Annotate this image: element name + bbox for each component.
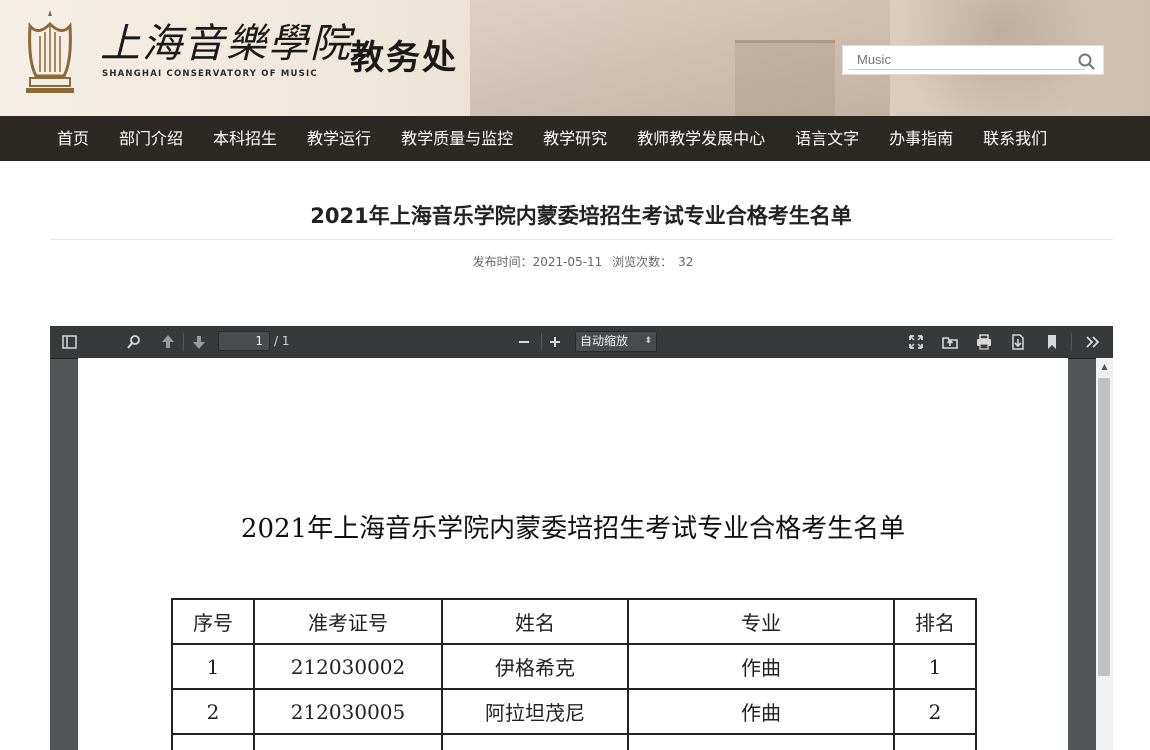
zoom-out-icon[interactable] (513, 332, 535, 352)
nav-item-language[interactable]: 语言文字 (780, 116, 874, 161)
download-icon[interactable] (1007, 332, 1029, 352)
table-row (171, 733, 977, 750)
search-input[interactable] (849, 49, 1085, 70)
pdf-page: 2021年上海音乐学院内蒙委培招生考试专业合格考生名单 序号 准考证号 姓名 专… (78, 358, 1068, 750)
column-header-exam-id: 准考证号 (253, 598, 443, 645)
toolbar-separator (183, 333, 184, 351)
table-row: 1 212030002 伊格希克 作曲 1 (171, 643, 977, 690)
presentation-mode-icon[interactable] (905, 332, 927, 352)
cell-exam-id: 212030002 (253, 643, 443, 690)
cell-exam-id: 212030005 (253, 688, 443, 735)
previous-page-icon[interactable] (157, 332, 179, 352)
pdf-toolbar: 1 / 1 自动缩放 ⬍ (50, 326, 1113, 358)
nav-item-departments[interactable]: 部门介绍 (104, 116, 198, 161)
search-icon[interactable] (123, 332, 145, 352)
cell-number: 2 (171, 688, 255, 735)
page-total: / 1 (274, 334, 290, 348)
views-count: 32 (678, 255, 694, 269)
zoom-select[interactable]: 自动缩放 ⬍ (575, 331, 657, 352)
column-header-name: 姓名 (441, 598, 629, 645)
nav-item-quality-monitoring[interactable]: 教学质量与监控 (386, 116, 528, 161)
table-header-row: 序号 准考证号 姓名 专业 排名 (171, 598, 977, 645)
toolbar-separator (1071, 333, 1072, 351)
print-icon[interactable] (973, 332, 995, 352)
bookmark-icon[interactable] (1041, 332, 1063, 352)
nav-item-guide[interactable]: 办事指南 (874, 116, 968, 161)
scrollbar-thumb[interactable] (1098, 378, 1110, 676)
pdf-scrollbar[interactable]: ▲ (1096, 358, 1113, 750)
toolbar-separator (541, 333, 542, 351)
logo-chinese-name[interactable]: 上海音樂學院 (100, 24, 352, 64)
cell-rank: 1 (893, 643, 977, 690)
nav-item-teaching-operations[interactable]: 教学运行 (292, 116, 386, 161)
tools-icon[interactable] (1082, 332, 1104, 352)
next-page-icon[interactable] (188, 332, 210, 352)
column-header-number: 序号 (171, 598, 255, 645)
candidate-table: 序号 准考证号 姓名 专业 排名 1 212030002 伊格希克 作曲 1 2… (171, 598, 977, 750)
open-file-icon[interactable] (939, 332, 961, 352)
table-row: 2 212030005 阿拉坦茂尼 作曲 2 (171, 688, 977, 735)
page-number-input[interactable]: 1 (218, 331, 270, 351)
site-header: 上海音樂學院 SHANGHAI CONSERVATORY OF MUSIC 教务… (0, 0, 1150, 116)
cell-name: 阿拉坦茂尼 (441, 688, 629, 735)
cell-rank: 2 (893, 688, 977, 735)
pdf-viewer: 1 / 1 自动缩放 ⬍ 2021年上海音乐学院内蒙委培招生考试专业合格考生名单… (50, 326, 1113, 750)
column-header-major: 专业 (627, 598, 895, 645)
nav-item-admissions[interactable]: 本科招生 (198, 116, 292, 161)
chevron-updown-icon: ⬍ (644, 336, 652, 346)
nav-item-contact[interactable]: 联系我们 (968, 116, 1062, 161)
zoom-in-icon[interactable] (544, 332, 566, 352)
article-title: 2021年上海音乐学院内蒙委培招生考试专业合格考生名单 (310, 204, 852, 228)
office-name: 教务处 (350, 38, 458, 78)
search-icon[interactable] (1077, 52, 1097, 72)
conservatory-lyre-emblem-icon[interactable] (22, 6, 78, 96)
header-background-gate (735, 40, 835, 116)
nav-item-faculty-development[interactable]: 教师教学发展中心 (622, 116, 780, 161)
scroll-up-arrow-icon[interactable]: ▲ (1096, 360, 1113, 374)
main-nav: 首页 部门介绍 本科招生 教学运行 教学质量与监控 教学研究 教师教学发展中心 … (0, 116, 1150, 161)
article-meta: 发布时间：2021-05-11 浏览次数： 32 (0, 253, 1150, 270)
logo-english-name[interactable]: SHANGHAI CONSERVATORY OF MUSIC (102, 69, 318, 79)
nav-item-home[interactable]: 首页 (42, 116, 104, 161)
pdf-document-title: 2021年上海音乐学院内蒙委培招生考试专业合格考生名单 (240, 514, 906, 544)
column-header-rank: 排名 (893, 598, 977, 645)
search-box (842, 45, 1104, 75)
cell-name: 伊格希克 (441, 643, 629, 690)
cell-number: 1 (171, 643, 255, 690)
views-label: 浏览次数： (612, 255, 673, 269)
nav-item-teaching-research[interactable]: 教学研究 (528, 116, 622, 161)
cell-major: 作曲 (627, 688, 895, 735)
zoom-select-value: 自动缩放 (580, 334, 629, 348)
cell-major: 作曲 (627, 643, 895, 690)
title-divider (50, 239, 1113, 240)
sidebar-toggle-icon[interactable] (58, 332, 80, 352)
publish-date: 发布时间：2021-05-11 (472, 255, 603, 269)
